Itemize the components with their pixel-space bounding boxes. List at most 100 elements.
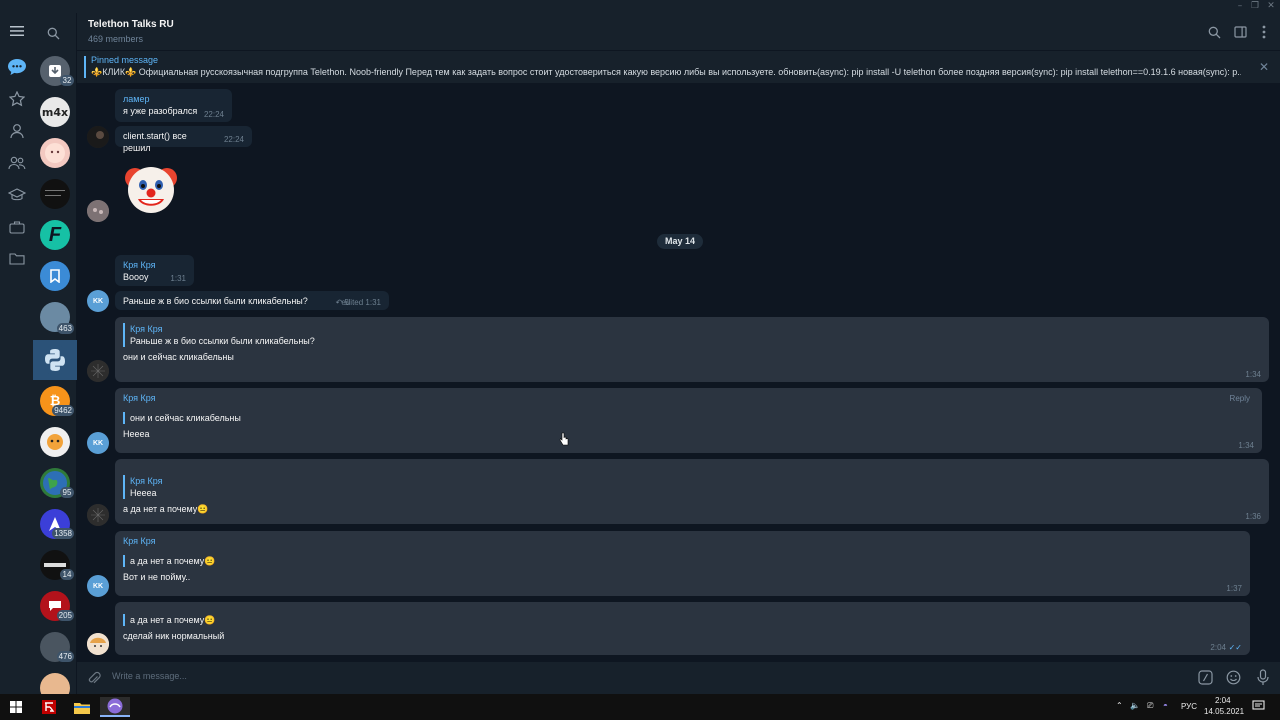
- network-icon[interactable]: ⎚: [1147, 701, 1153, 711]
- date-separator: May 14: [657, 234, 704, 249]
- unread-badge: 9462: [52, 405, 74, 416]
- chat-avatar-m4x[interactable]: m4x: [40, 97, 70, 127]
- folder-icon[interactable]: [5, 247, 28, 270]
- message-text: Нееeа: [123, 429, 150, 439]
- read-check-icon: ✓✓: [1228, 643, 1242, 652]
- chat-avatar-bookmark[interactable]: [40, 261, 70, 291]
- reply-quote[interactable]: а да нет а почему😐: [123, 614, 1242, 626]
- telegram-taskbar-icon[interactable]: [100, 697, 130, 717]
- message-list[interactable]: ламер я уже разобрался 22:24 client.star…: [77, 84, 1280, 662]
- chat-avatar-python[interactable]: [40, 345, 70, 375]
- reply-quote[interactable]: а да нет а почему😐: [123, 555, 1242, 567]
- quote-sender: Кря Кря: [130, 324, 163, 334]
- person-icon[interactable]: [5, 119, 28, 142]
- unread-badge: 1358: [52, 528, 74, 539]
- message-time: 1:37: [1226, 584, 1242, 593]
- search-icon[interactable]: [47, 25, 60, 44]
- sender-name[interactable]: Кря Кря: [123, 259, 186, 271]
- unread-badge: 476: [56, 651, 74, 662]
- pinned-message[interactable]: Pinned message ⚜️КЛИК⚜️ Официальная русс…: [77, 51, 1280, 84]
- reply-button[interactable]: Reply: [1230, 394, 1250, 403]
- star-icon[interactable]: [5, 87, 28, 110]
- windows-start-icon[interactable]: [1, 697, 31, 717]
- member-count: 469 members: [88, 34, 144, 44]
- chat-avatar-f[interactable]: F: [40, 220, 70, 250]
- quote-text: они и сейчас кликабельны: [130, 413, 241, 423]
- message-bubble[interactable]: ламер я уже разобрался 22:24: [115, 89, 232, 122]
- message-time: 1:34: [1245, 370, 1261, 379]
- unread-badge: 14: [60, 569, 74, 580]
- filezilla-icon[interactable]: [34, 697, 64, 717]
- message-time: 22:24: [223, 135, 244, 144]
- user-avatar[interactable]: [87, 126, 109, 148]
- search-icon[interactable]: [1206, 24, 1222, 40]
- reply-quote[interactable]: Кря Кря Нееeа: [123, 475, 1261, 499]
- sender-name[interactable]: Кря Кря: [123, 535, 1242, 547]
- close-pinned-icon[interactable]: ✕: [1259, 60, 1269, 74]
- unread-badge: 95: [60, 487, 74, 498]
- quote-text: а да нет а почему😐: [130, 556, 216, 566]
- close-button[interactable]: ✕: [1264, 0, 1278, 13]
- reply-quote[interactable]: они и сейчас кликабельны: [123, 412, 1254, 424]
- message-input[interactable]: Write a message...: [112, 671, 187, 681]
- reply-quote[interactable]: Кря Кря Раньше ж в био ссылки были клика…: [123, 323, 1261, 347]
- message-text: они и сейчас кликабельны: [123, 352, 234, 362]
- chat-title[interactable]: Telethon Talks RU: [88, 19, 174, 30]
- all-chats-icon[interactable]: [5, 55, 28, 78]
- message-time: 22:24: [203, 110, 224, 119]
- language-indicator[interactable]: РУС: [1181, 702, 1197, 711]
- message-bubble[interactable]: client.start() все решил 22:24: [115, 126, 252, 153]
- user-avatar[interactable]: KK: [87, 575, 109, 597]
- message-text: а да нет а почему😐: [123, 504, 209, 514]
- clock-date[interactable]: 14.05.2021: [1204, 707, 1244, 716]
- minimize-button[interactable]: –: [1233, 0, 1247, 13]
- message-bubble[interactable]: Кря Кря Boooy 1:31: [115, 255, 194, 286]
- tray-chevron-icon[interactable]: ⌃: [1116, 701, 1123, 710]
- clock-time[interactable]: 2:04: [1215, 696, 1231, 705]
- file-explorer-icon[interactable]: [67, 697, 97, 717]
- message-bubble[interactable]: а да нет а почему😐 сделай ник нормальный…: [115, 602, 1250, 655]
- maximize-button[interactable]: ❐: [1248, 0, 1262, 13]
- pinned-accent-bar: [84, 56, 86, 78]
- chat-avatar-cartoon[interactable]: [40, 427, 70, 457]
- volume-icon[interactable]: 🔈: [1130, 701, 1140, 710]
- unread-badge: 32: [60, 75, 74, 86]
- microphone-icon[interactable]: [1257, 669, 1269, 690]
- message-bubble[interactable]: Кря Кря Раньше ж в био ссылки были клика…: [115, 317, 1269, 382]
- message-bubble[interactable]: Раньше ж в био ссылки были кликабельны? …: [115, 291, 389, 310]
- unread-badge: 463: [56, 323, 74, 334]
- commands-icon[interactable]: [1198, 670, 1213, 689]
- sender-name[interactable]: Кря Кря: [123, 392, 1254, 404]
- emoji-icon[interactable]: [1226, 670, 1241, 689]
- more-options-icon[interactable]: [1256, 24, 1272, 40]
- user-avatar[interactable]: KK: [87, 432, 109, 454]
- chat-avatar-terminal[interactable]: [40, 179, 70, 209]
- chat-header: Telethon Talks RU 469 members: [77, 13, 1280, 51]
- group-icon[interactable]: [5, 151, 28, 174]
- message-bubble[interactable]: Кря Кря Reply они и сейчас кликабельны Н…: [115, 388, 1262, 453]
- user-avatar[interactable]: [87, 633, 109, 655]
- telegram-tray-icon[interactable]: ◓: [1163, 701, 1168, 710]
- menu-icon[interactable]: [5, 19, 28, 42]
- folder-rail: [0, 13, 33, 694]
- user-avatar[interactable]: [87, 504, 109, 526]
- briefcase-icon[interactable]: [5, 215, 28, 238]
- chat-pane: Telethon Talks RU 469 members Pinned mes…: [77, 13, 1280, 694]
- attach-icon[interactable]: [87, 670, 101, 690]
- message-bubble[interactable]: Кря Кря а да нет а почему😐 Вот и не пойм…: [115, 531, 1250, 596]
- window-titlebar: – ❐ ✕: [0, 0, 1280, 13]
- chat-list: 32 m4x F 463 ₿ 9462 95 1358 14 205 476: [33, 13, 77, 703]
- os-taskbar: ⌃ 🔈 ⎚ ◓ РУС 2:04 14.05.2021: [0, 694, 1280, 720]
- chat-avatar-anime[interactable]: [40, 138, 70, 168]
- user-avatar[interactable]: KK: [87, 290, 109, 312]
- sender-name[interactable]: ламер: [123, 93, 224, 105]
- message-bubble[interactable]: Кря Кря Нееeа а да нет а почему😐 1:36: [115, 459, 1269, 524]
- clown-sticker[interactable]: [121, 160, 181, 216]
- message-time: 1:31: [170, 274, 186, 283]
- user-avatar[interactable]: [87, 360, 109, 382]
- graduation-cap-icon[interactable]: [5, 183, 28, 206]
- user-avatar[interactable]: [87, 200, 109, 222]
- sidebar-toggle-icon[interactable]: [1232, 24, 1248, 40]
- notifications-icon[interactable]: [1252, 700, 1265, 714]
- pinned-text: ⚜️КЛИК⚜️ Официальная русскоязычная подгр…: [91, 67, 1241, 77]
